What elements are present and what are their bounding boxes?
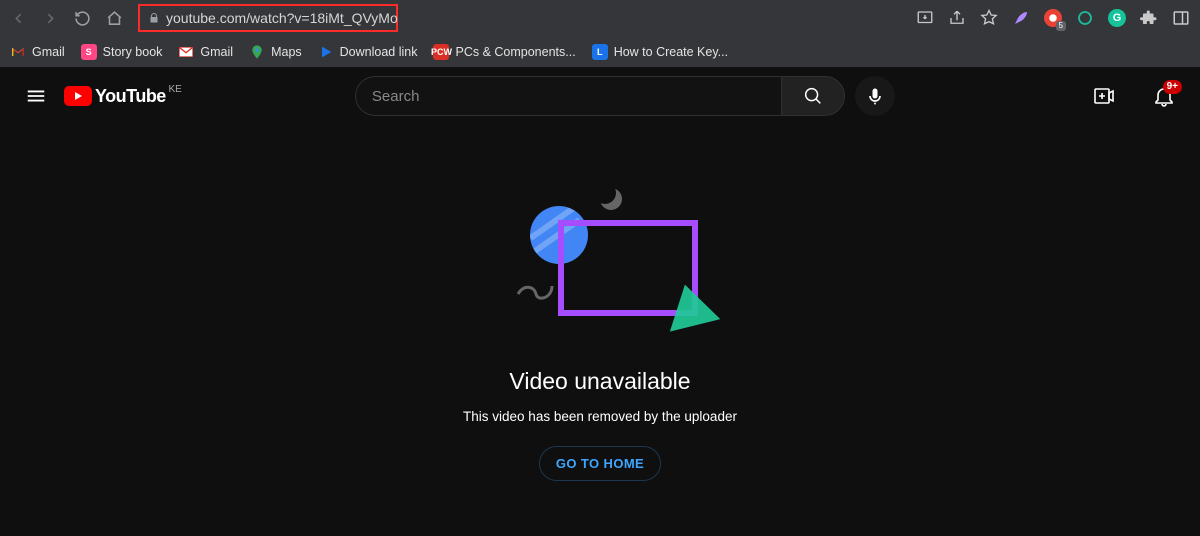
extension-red-icon[interactable]: 5 xyxy=(1044,9,1062,27)
youtube-wordmark: YouTube xyxy=(95,86,166,107)
bookmark-item[interactable]: Maps xyxy=(249,44,302,60)
notification-badge: 9+ xyxy=(1163,80,1182,94)
bookmark-item[interactable]: Download link xyxy=(318,44,418,60)
bookmark-label: Story book xyxy=(103,45,163,59)
bookmark-item[interactable]: Gmail xyxy=(178,44,233,60)
error-illustration xyxy=(500,194,700,344)
youtube-play-icon xyxy=(64,86,92,106)
youtube-header: YouTube KE 9+ xyxy=(0,68,1200,124)
address-bar[interactable]: youtube.com/watch?v=18iMt_QVyMo xyxy=(138,4,398,32)
bookmark-item[interactable]: PCWPCs & Components... xyxy=(433,44,575,60)
error-content: Video unavailable This video has been re… xyxy=(0,124,1200,536)
bookmark-item[interactable]: Gmail xyxy=(10,44,65,60)
reload-button[interactable] xyxy=(70,6,94,30)
search-form xyxy=(355,76,895,116)
bookmarks-bar: Gmail SStory book Gmail Maps Download link PC… xyxy=(0,36,1200,68)
error-subtitle: This video has been removed by the uploa… xyxy=(463,409,737,424)
search-button[interactable] xyxy=(781,76,845,116)
error-title: Video unavailable xyxy=(509,368,690,395)
back-button[interactable] xyxy=(6,6,30,30)
voice-search-button[interactable] xyxy=(855,76,895,116)
install-app-icon[interactable] xyxy=(916,9,934,27)
address-bar-highlight: youtube.com/watch?v=18iMt_QVyMo xyxy=(138,4,398,32)
extension-teal-icon[interactable] xyxy=(1076,9,1094,27)
bookmark-label: Download link xyxy=(340,45,418,59)
bookmark-label: Maps xyxy=(271,45,302,59)
sidepanel-icon[interactable] xyxy=(1172,9,1190,27)
bookmark-label: How to Create Key... xyxy=(614,45,728,59)
bookmark-item[interactable]: LHow to Create Key... xyxy=(592,44,728,60)
extension-grammarly-icon[interactable]: G xyxy=(1108,9,1126,27)
toolbar-right: 5 G xyxy=(916,9,1194,27)
youtube-logo[interactable]: YouTube KE xyxy=(64,86,166,107)
forward-button[interactable] xyxy=(38,6,62,30)
lock-icon xyxy=(148,12,160,24)
share-icon[interactable] xyxy=(948,9,966,27)
search-input[interactable] xyxy=(355,76,781,116)
browser-toolbar: youtube.com/watch?v=18iMt_QVyMo 5 G xyxy=(0,0,1200,36)
bookmark-star-icon[interactable] xyxy=(980,9,998,27)
bookmark-label: Gmail xyxy=(200,45,233,59)
extensions-puzzle-icon[interactable] xyxy=(1140,9,1158,27)
bookmark-label: Gmail xyxy=(32,45,65,59)
country-code: KE xyxy=(168,84,181,95)
go-home-button[interactable]: GO TO HOME xyxy=(539,446,661,481)
bookmark-item[interactable]: SStory book xyxy=(81,44,163,60)
extension-badge: 5 xyxy=(1056,21,1066,31)
create-button[interactable] xyxy=(1084,76,1124,116)
url-text: youtube.com/watch?v=18iMt_QVyMo xyxy=(166,10,398,26)
bookmark-label: PCs & Components... xyxy=(455,45,575,59)
notifications-button[interactable]: 9+ xyxy=(1144,76,1184,116)
extension-feather-icon[interactable] xyxy=(1012,9,1030,27)
home-button[interactable] xyxy=(102,6,126,30)
menu-button[interactable] xyxy=(16,76,56,116)
